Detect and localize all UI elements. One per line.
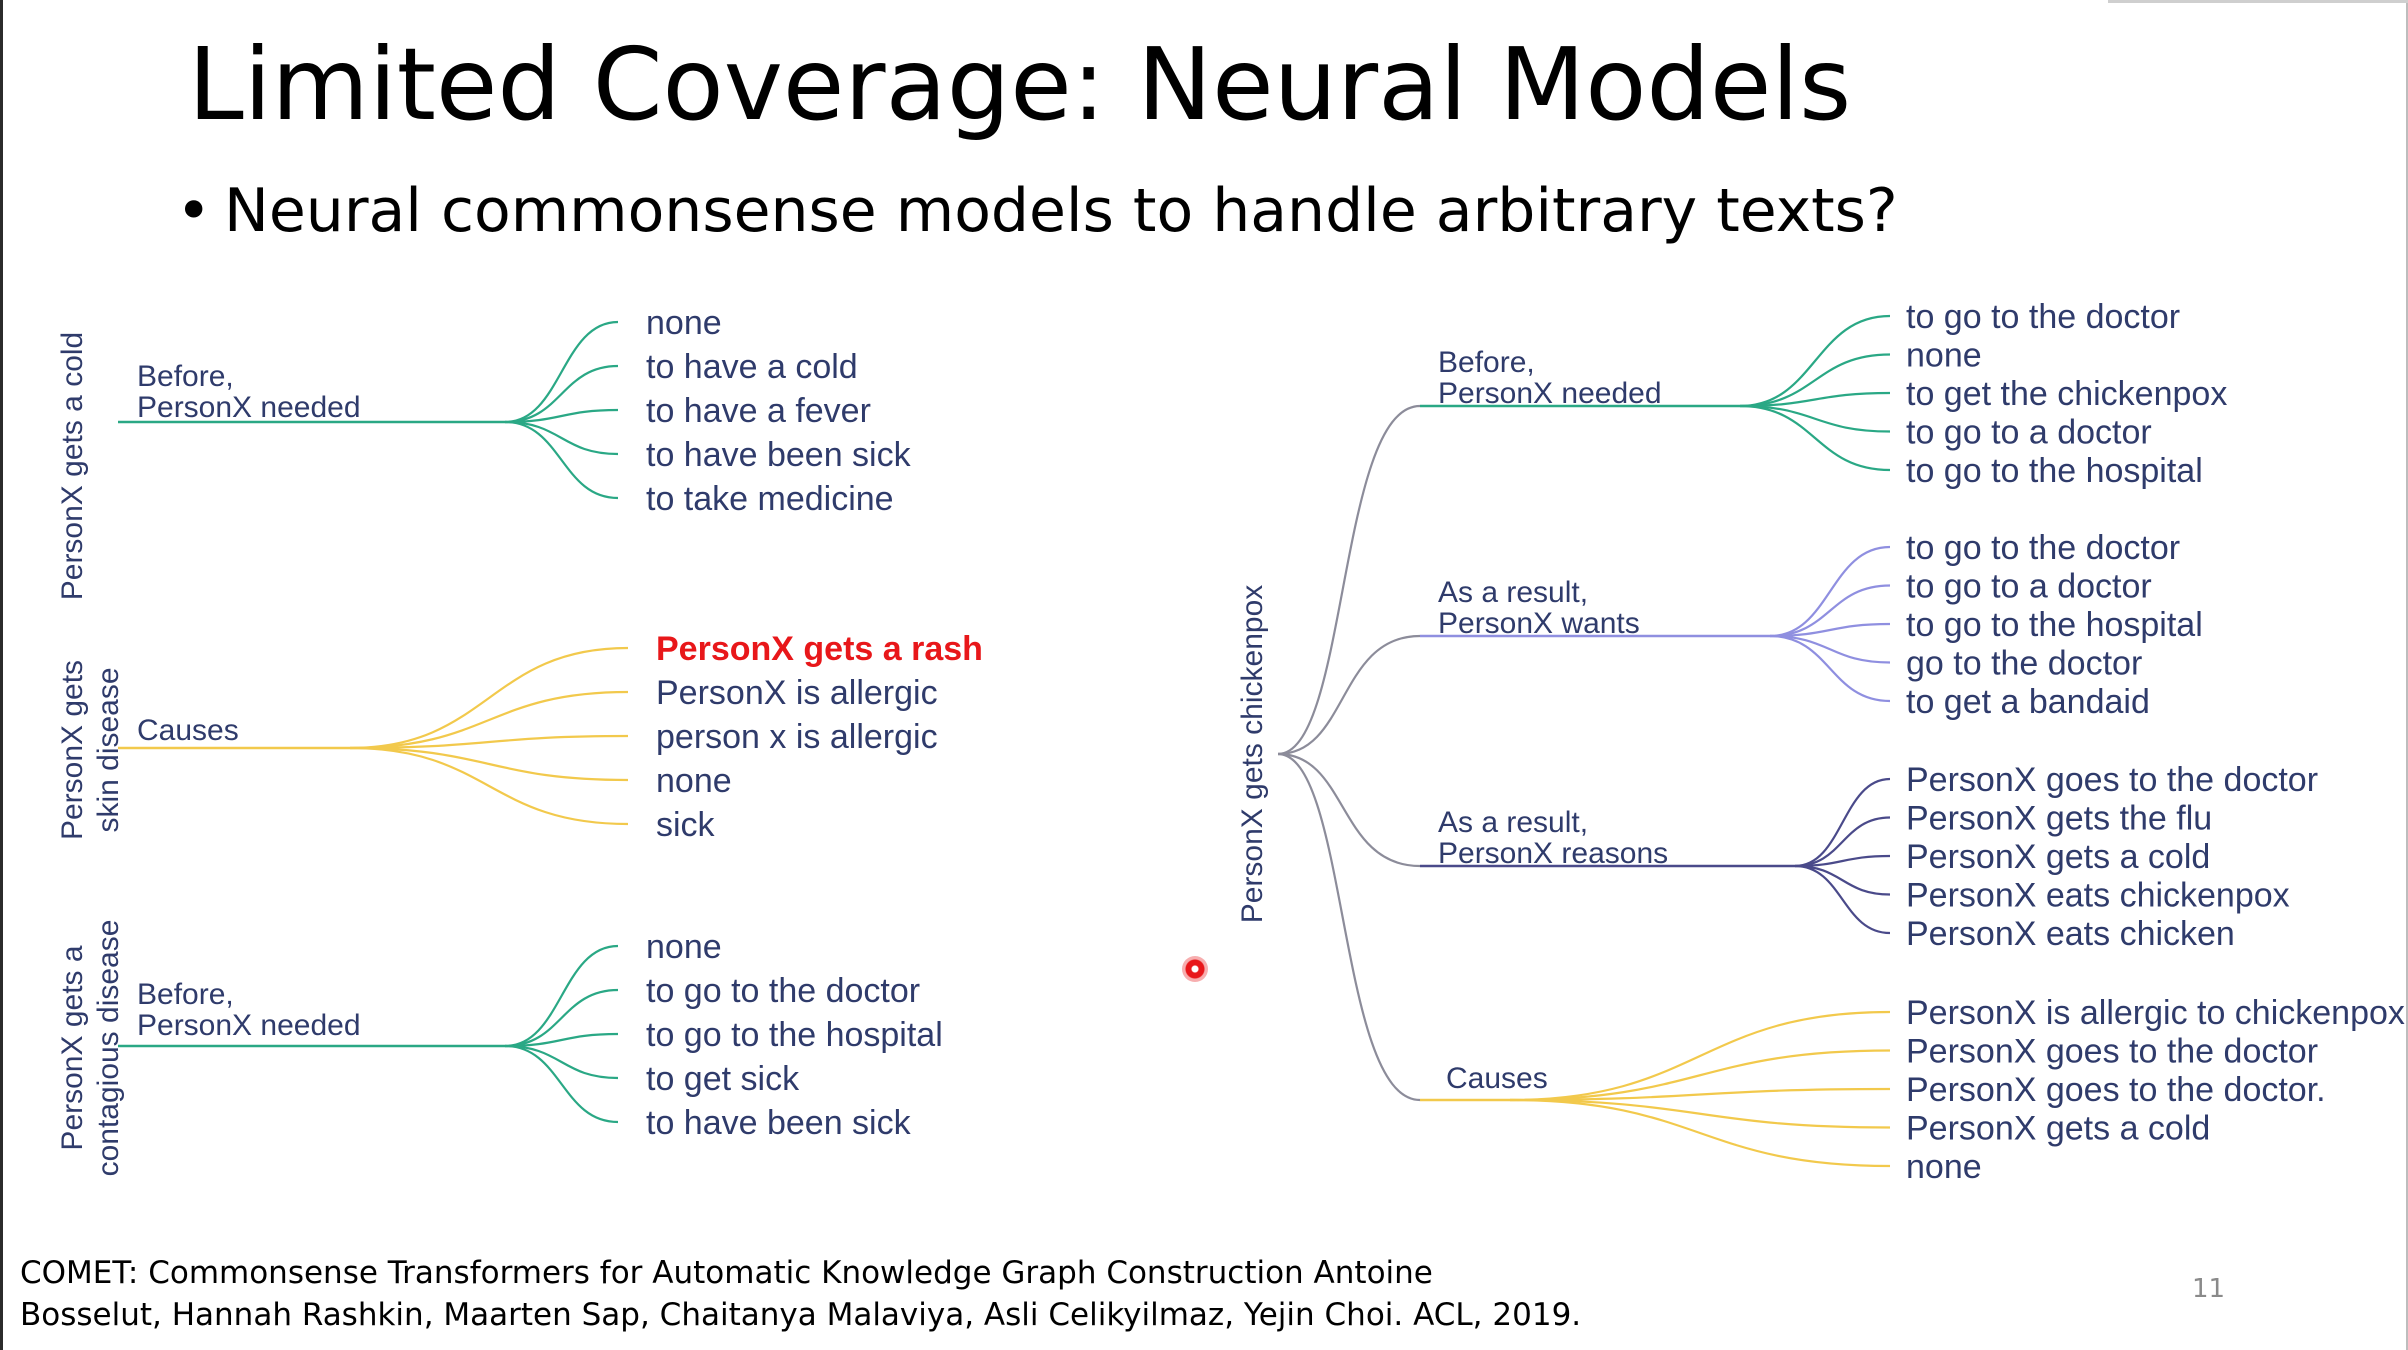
relation-label: PersonX needed [1438, 377, 1662, 410]
branch-line [504, 1044, 619, 1080]
branch-line [1739, 404, 1891, 433]
leaf-label: PersonX eats chicken [1906, 915, 2235, 953]
leaf-label: sick [656, 806, 716, 844]
branch-line [1769, 545, 1891, 638]
leaf-label: to get sick [646, 1060, 800, 1098]
leaf-label: to take medicine [646, 480, 894, 518]
leaf-label: to go to the doctor [1906, 529, 2180, 567]
hub-branch-line [1277, 752, 1421, 868]
relation-label: PersonX reasons [1438, 837, 1668, 870]
branch-line [1794, 864, 1891, 935]
leaf-label: to go to the hospital [1906, 606, 2203, 644]
branch-line [504, 944, 619, 1048]
root-label: contagious disease [92, 920, 125, 1177]
branch-line [1769, 634, 1891, 664]
relation-label: Before, [1438, 346, 1535, 379]
relation-label: Before, [137, 360, 234, 393]
root-label: PersonX gets a [56, 945, 89, 1150]
relation-label: As a result, [1438, 806, 1588, 839]
leaf-label: PersonX goes to the doctor. [1906, 1071, 2326, 1109]
branch-line [349, 746, 629, 782]
citation-line-2: Bosselut, Hannah Rashkin, Maarten Sap, C… [20, 1297, 1582, 1333]
branch-line [1739, 404, 1891, 472]
relation-label: As a result, [1438, 576, 1588, 609]
relation-label: PersonX needed [137, 1009, 361, 1042]
leaf-label: PersonX goes to the doctor [1906, 1033, 2318, 1071]
root-label: PersonX gets chickenpox [1236, 585, 1269, 924]
leaf-label: to have been sick [646, 1104, 912, 1142]
branch-line [1794, 854, 1891, 868]
branch-line [504, 1044, 619, 1124]
branch-line [349, 690, 629, 750]
leaf-label: to have been sick [646, 436, 912, 474]
leaf-label: none [1906, 1148, 1982, 1186]
leaf-label: to go to a doctor [1906, 568, 2152, 606]
branch-line [504, 420, 619, 456]
branch-line [1509, 1049, 1891, 1102]
leaf-label: person x is allergic [656, 718, 938, 756]
leaf-label: PersonX is allergic [656, 674, 938, 712]
leaf-label: PersonX gets a cold [1906, 838, 2210, 876]
leaf-label: PersonX goes to the doctor [1906, 761, 2318, 799]
branch-line [1509, 1098, 1891, 1129]
leaf-label: none [646, 928, 722, 966]
page-number: 11 [2192, 1274, 2226, 1304]
leaf-label: to go to the doctor [1906, 298, 2180, 336]
branch-line [504, 364, 619, 424]
leaf-label: to go to the hospital [1906, 452, 2203, 490]
branch-line [1509, 1010, 1891, 1102]
citation-line-1: COMET: Commonsense Transformers for Auto… [20, 1255, 1433, 1291]
leaf-label: none [656, 762, 732, 800]
relation-label: PersonX needed [137, 391, 361, 424]
leaf-label: to have a cold [646, 348, 858, 386]
branch-line [1794, 864, 1891, 896]
leaf-label: to go to the hospital [646, 1016, 943, 1054]
leaf-label: to have a fever [646, 392, 871, 430]
hub-branch-line [1277, 404, 1421, 756]
leaf-label: none [646, 304, 722, 342]
root-label: skin disease [92, 667, 125, 832]
hub-branch-line [1277, 752, 1421, 1102]
leaf-label: PersonX is allergic to chickenpox [1906, 994, 2405, 1032]
relation-label: Causes [1446, 1062, 1548, 1095]
leaf-label: PersonX gets the flu [1906, 800, 2212, 838]
root-label: PersonX gets a cold [56, 332, 89, 601]
citation: COMET: Commonsense Transformers for Auto… [20, 1252, 1581, 1336]
leaf-label: to get a bandaid [1906, 683, 2150, 721]
branch-line [1509, 1098, 1891, 1168]
leaf-label: to get the chickenpox [1906, 375, 2227, 413]
relation-label: Before, [137, 978, 234, 1011]
relation-label: PersonX wants [1438, 607, 1640, 640]
root-label: PersonX gets [56, 660, 89, 840]
hub-branch-line [1277, 634, 1421, 756]
leaf-label: to go to a doctor [1906, 414, 2152, 452]
leaf-label: none [1906, 337, 1982, 375]
branch-line [504, 988, 619, 1048]
relation-label: Causes [137, 714, 239, 747]
highlighted-leaf: PersonX gets a rash [656, 630, 983, 668]
leaf-label: to go to the doctor [646, 972, 920, 1010]
branch-line [1794, 777, 1891, 868]
branch-line [349, 746, 629, 826]
branch-line [1769, 634, 1891, 703]
branch-line [504, 320, 619, 424]
leaf-label: go to the doctor [1906, 645, 2142, 683]
laser-pointer-icon [1182, 956, 1208, 982]
leaf-label: PersonX eats chickenpox [1906, 877, 2290, 915]
comet-trees-figure: PersonX gets a cold Before,PersonX needed… [56, 298, 2405, 1186]
branch-line [504, 420, 619, 500]
branch-line [349, 646, 629, 750]
leaf-label: PersonX gets a cold [1906, 1110, 2210, 1148]
